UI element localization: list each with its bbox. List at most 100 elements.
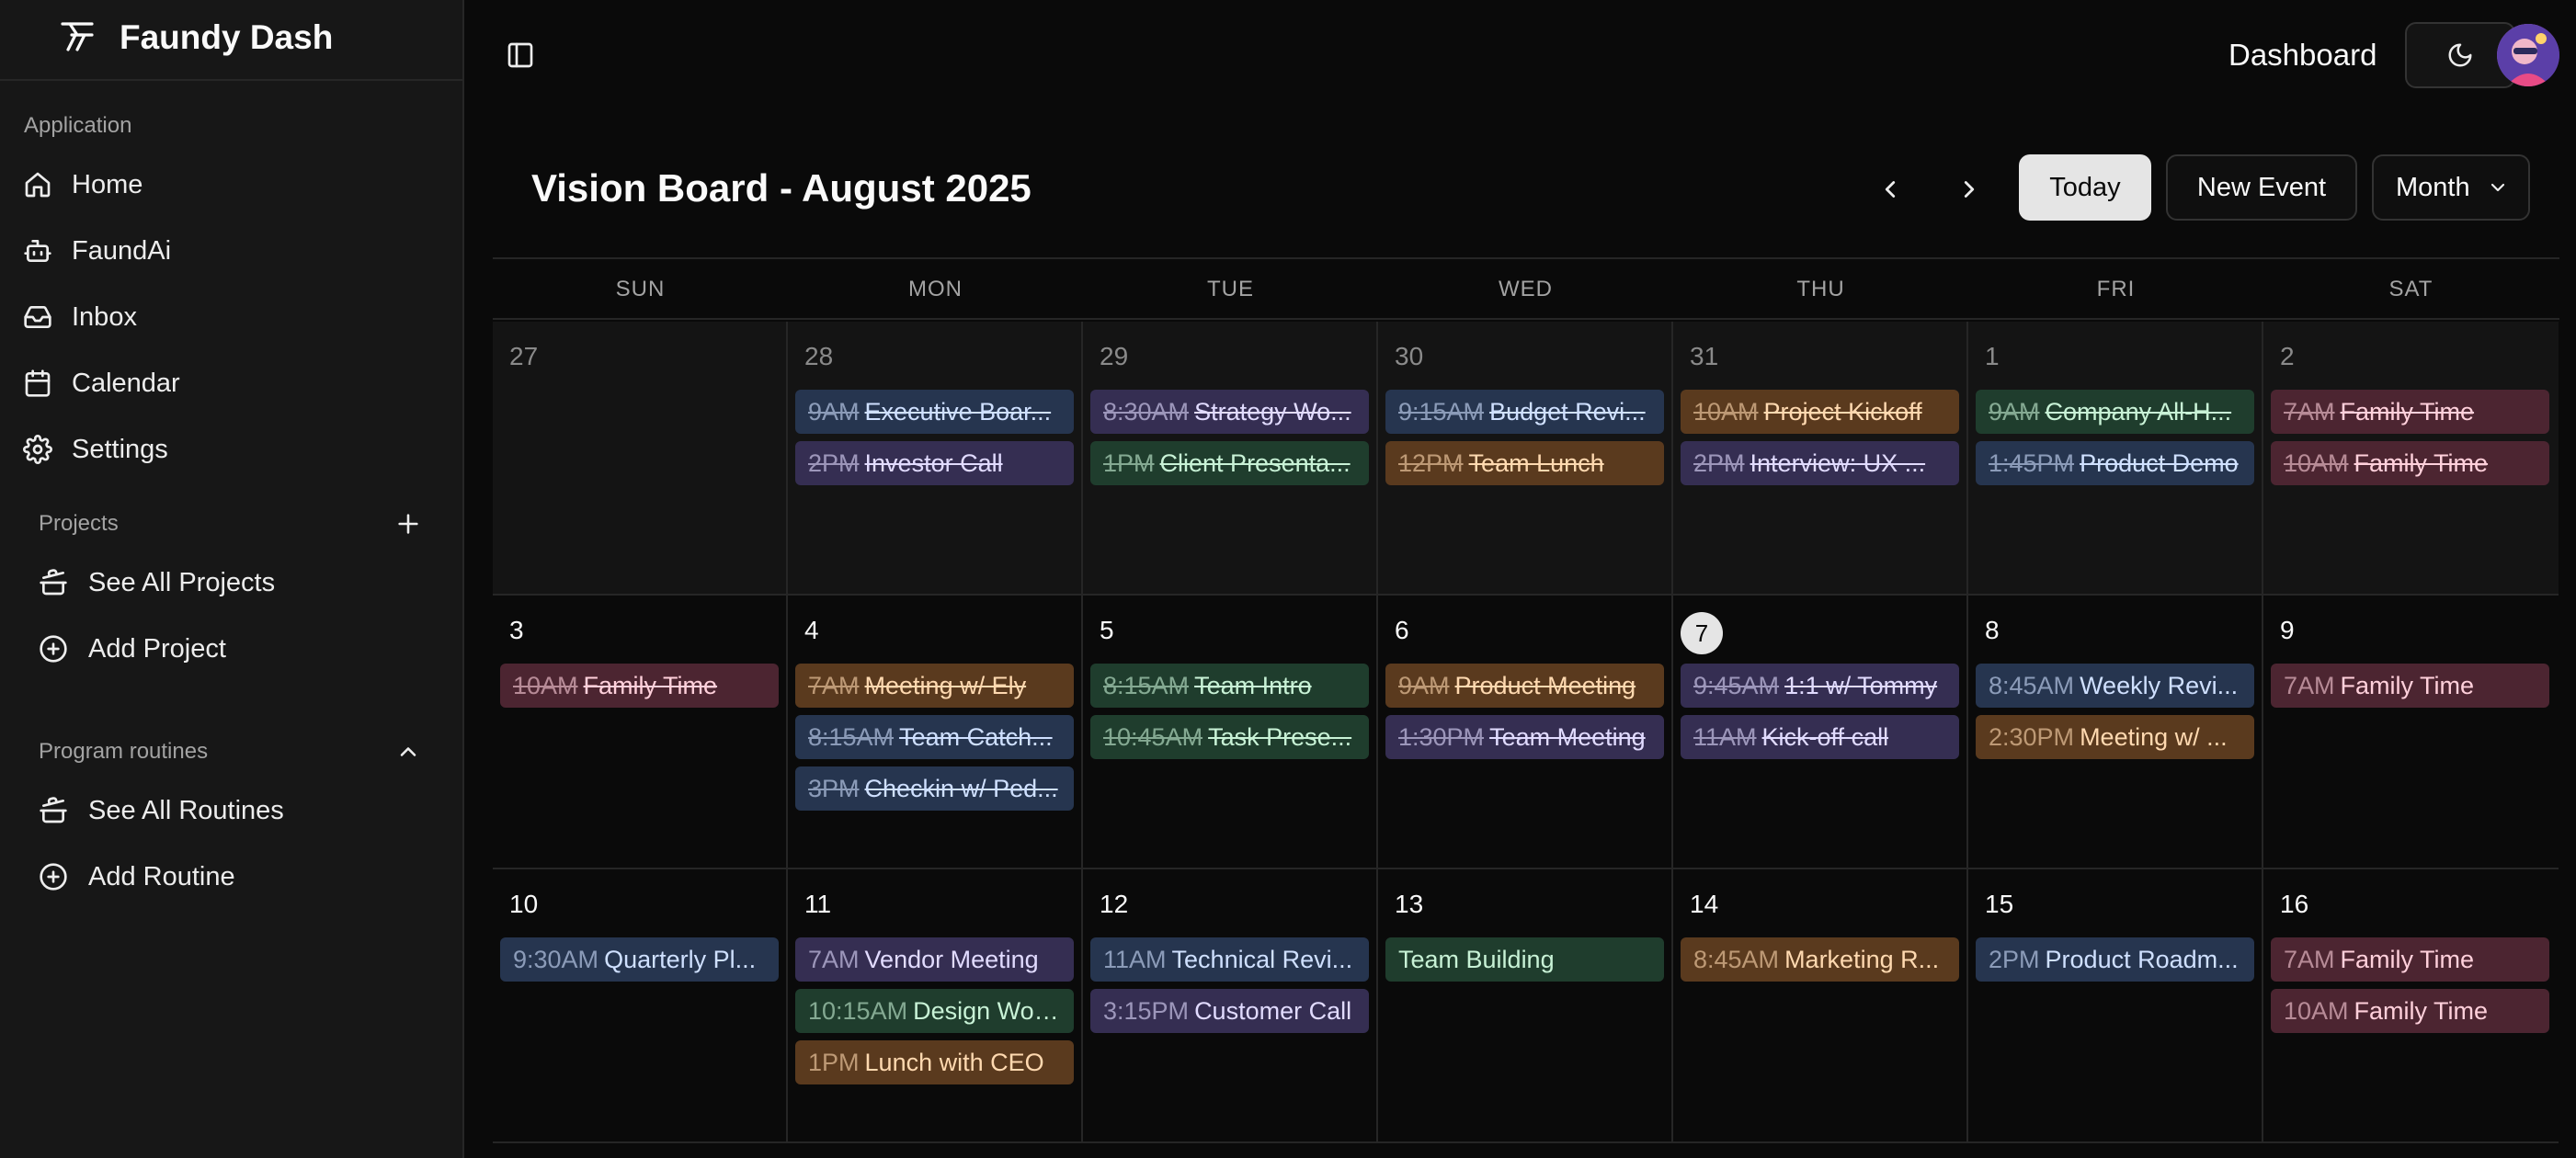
calendar-event[interactable]: 1PM Lunch with CEO: [795, 1040, 1074, 1084]
calendar-event[interactable]: 9:45AM 1:1 w/ Tommy: [1681, 664, 1959, 708]
calendar-day-cell[interactable]: 31 10AM Project Kickoff 2PM Interview: UX ..…: [1673, 322, 1968, 596]
sidebar-item-label: FaundAi: [72, 235, 172, 266]
sidebar-item-inbox[interactable]: Inbox: [22, 290, 441, 345]
calendar-day-cell[interactable]: 30 9:15AM Budget Revi... 12PM Team Lunch: [1378, 322, 1673, 596]
calendar-event[interactable]: 2PM Interview: UX ...: [1681, 441, 1959, 485]
calendar-event[interactable]: 3PM Checkin w/ Ped...: [795, 766, 1074, 811]
sidebar-item-label: See All Projects: [88, 567, 276, 597]
calendar-event[interactable]: Team Building: [1385, 937, 1664, 982]
day-number: 14: [1690, 890, 1719, 918]
calendar-day-cell[interactable]: 14 8:45AM Marketing R...: [1673, 869, 1968, 1143]
calendar-day-cell[interactable]: 9 7AM Family Time: [2263, 596, 2559, 869]
calendar-day-cell[interactable]: 3 10AM Family Time: [493, 596, 788, 869]
calendar-day-cell[interactable]: 7 9:45AM 1:1 w/ Tommy 11AM Kick-off call: [1673, 596, 1968, 869]
next-month-button[interactable]: [1943, 164, 1995, 215]
weekday-label: FRI: [2096, 277, 2136, 301]
event-title: Team Lunch: [1468, 449, 1604, 477]
event-time: 7AM: [808, 946, 860, 973]
calendar-event[interactable]: 12PM Team Lunch: [1385, 441, 1664, 485]
sidebar-item-settings[interactable]: Settings: [22, 422, 441, 477]
event-title: Family Time: [2340, 946, 2475, 973]
calendar-event[interactable]: 1:45PM Product Demo: [1976, 441, 2254, 485]
calendar-day-cell[interactable]: 12 11AM Technical Revi... 3:15PM Customer Ca…: [1083, 869, 1378, 1143]
calendar-event[interactable]: 10:45AM Task Prese...: [1090, 715, 1369, 759]
calendar-day-cell[interactable]: 6 9AM Product Meeting 1:30PM Team Meeting: [1378, 596, 1673, 869]
chevron-right-icon: [1955, 176, 1983, 203]
avatar[interactable]: [2497, 24, 2559, 86]
calendar-event[interactable]: 11AM Kick-off call: [1681, 715, 1959, 759]
sidebar-item-add-project[interactable]: Add Project: [37, 621, 441, 676]
weekday-header: SUN MON TUE WED THU FRI SAT: [493, 257, 2559, 320]
calendar-event[interactable]: 11AM Technical Revi...: [1090, 937, 1369, 982]
calendar-event[interactable]: 7AM Family Time: [2271, 664, 2549, 708]
sidebar-item-home[interactable]: Home: [22, 157, 441, 212]
calendar-event[interactable]: 2PM Investor Call: [795, 441, 1074, 485]
calendar-event[interactable]: 10AM Family Time: [2271, 989, 2549, 1033]
calendar-event[interactable]: 10:15AM Design Wor...: [795, 989, 1074, 1033]
calendar-day-cell[interactable]: 15 2PM Product Roadm...: [1968, 869, 2263, 1143]
event-title: Design Wor...: [913, 997, 1062, 1025]
sidebar-toggle-button[interactable]: [502, 37, 539, 74]
calendar-event[interactable]: 2PM Product Roadm...: [1976, 937, 2254, 982]
calendar-day-cell[interactable]: 13 Team Building: [1378, 869, 1673, 1143]
calendar-event[interactable]: 7AM Family Time: [2271, 937, 2549, 982]
calendar-event[interactable]: 8:45AM Marketing R...: [1681, 937, 1959, 982]
event-time: 8:30AM: [1103, 398, 1190, 426]
event-time: 7AM: [2284, 946, 2335, 973]
calendar-day-cell[interactable]: 28 9AM Executive Boar... 2PM Investor Call: [788, 322, 1083, 596]
event-title: Investor Call: [864, 449, 1003, 477]
sidebar-item-add-routine[interactable]: Add Routine: [37, 849, 441, 904]
sidebar-item-faundai[interactable]: FaundAi: [22, 223, 441, 278]
calendar-day-cell[interactable]: 1 9AM Company All-H... 1:45PM Product Demo: [1968, 322, 2263, 596]
chevron-down-icon: [2487, 176, 2509, 199]
calendar-day-cell[interactable]: 8 8:45AM Weekly Revi... 2:30PM Meeting w/ ..…: [1968, 596, 2263, 869]
event-time: 10:45AM: [1103, 723, 1203, 751]
calendar-day-cell[interactable]: 27: [493, 322, 788, 596]
add-project-plus-button[interactable]: [390, 505, 427, 542]
sidebar-item-label: Calendar: [72, 368, 180, 398]
plus-circle-icon: [37, 632, 70, 665]
event-title: Family Time: [2354, 449, 2489, 477]
collapse-routines-button[interactable]: [390, 733, 427, 770]
sidebar-item-see-all-projects[interactable]: See All Projects: [37, 555, 441, 610]
calendar-day-cell[interactable]: 4 7AM Meeting w/ Ely 8:15AM Team Catch... 3PM…: [788, 596, 1083, 869]
calendar-event[interactable]: 7AM Family Time: [2271, 390, 2549, 434]
calendar-event[interactable]: 1PM Client Presenta...: [1090, 441, 1369, 485]
brand[interactable]: Faundy Dash: [0, 0, 462, 81]
today-button[interactable]: Today: [2019, 154, 2151, 221]
calendar-day-cell[interactable]: 2 7AM Family Time 10AM Family Time: [2263, 322, 2559, 596]
calendar-event[interactable]: 1:30PM Team Meeting: [1385, 715, 1664, 759]
calendar-event[interactable]: 9AM Product Meeting: [1385, 664, 1664, 708]
calendar-day-cell[interactable]: 11 7AM Vendor Meeting 10:15AM Design Wor... 1…: [788, 869, 1083, 1143]
calendar-event[interactable]: 8:30AM Strategy Wo...: [1090, 390, 1369, 434]
event-title: Technical Revi...: [1171, 946, 1353, 973]
event-title: Team Building: [1398, 946, 1555, 973]
calendar-day-cell[interactable]: 10 9:30AM Quarterly Pl...: [493, 869, 788, 1143]
calendar-day-cell[interactable]: 16 7AM Family Time 10AM Family Time: [2263, 869, 2559, 1143]
new-event-button[interactable]: New Event: [2166, 154, 2357, 221]
page-title: Dashboard: [2228, 38, 2377, 72]
calendar-event[interactable]: 3:15PM Customer Call: [1090, 989, 1369, 1033]
calendar-day-cell[interactable]: 29 8:30AM Strategy Wo... 1PM Client Presenta…: [1083, 322, 1378, 596]
calendar-event[interactable]: 10AM Family Time: [500, 664, 779, 708]
calendar-event[interactable]: 9:30AM Quarterly Pl...: [500, 937, 779, 982]
calendar-event[interactable]: 9AM Executive Boar...: [795, 390, 1074, 434]
calendar-event[interactable]: 8:15AM Team Intro: [1090, 664, 1369, 708]
calendar-event[interactable]: 9:15AM Budget Revi...: [1385, 390, 1664, 434]
view-select[interactable]: Month: [2372, 154, 2530, 221]
event-title: Weekly Revi...: [2080, 672, 2239, 699]
sidebar-item-see-all-routines[interactable]: See All Routines: [37, 783, 441, 838]
calendar-event[interactable]: 2:30PM Meeting w/ ...: [1976, 715, 2254, 759]
calendar-event[interactable]: 10AM Family Time: [2271, 441, 2549, 485]
calendar-event[interactable]: 7AM Meeting w/ Ely: [795, 664, 1074, 708]
calendar-event[interactable]: 8:45AM Weekly Revi...: [1976, 664, 2254, 708]
day-number: 12: [1100, 890, 1129, 918]
calendar-event[interactable]: 7AM Vendor Meeting: [795, 937, 1074, 982]
calendar-event[interactable]: 9AM Company All-H...: [1976, 390, 2254, 434]
event-title: Interview: UX ...: [1750, 449, 1926, 477]
sidebar-item-calendar[interactable]: Calendar: [22, 356, 441, 411]
calendar-day-cell[interactable]: 5 8:15AM Team Intro 10:45AM Task Prese...: [1083, 596, 1378, 869]
previous-month-button[interactable]: [1864, 164, 1916, 215]
calendar-event[interactable]: 8:15AM Team Catch...: [795, 715, 1074, 759]
calendar-event[interactable]: 10AM Project Kickoff: [1681, 390, 1959, 434]
